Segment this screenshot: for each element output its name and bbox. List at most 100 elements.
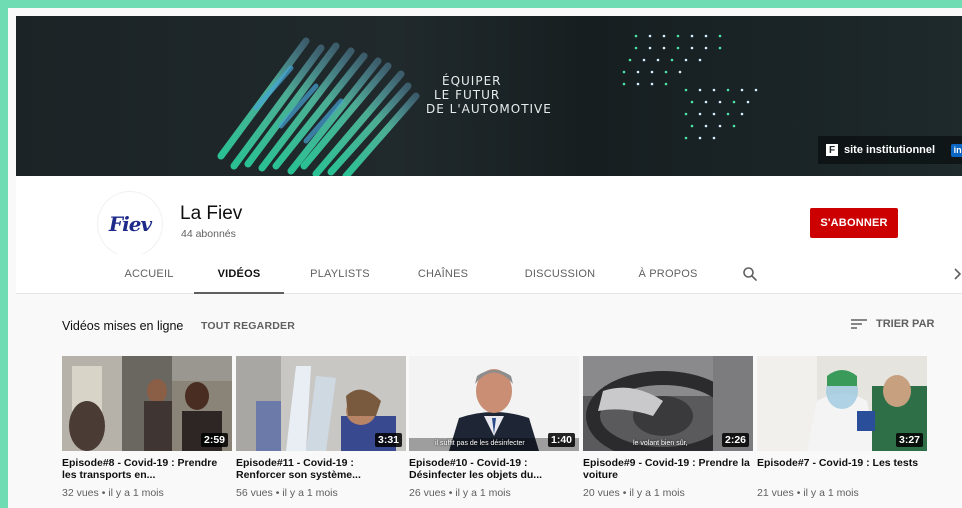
- banner-dot: [732, 100, 736, 104]
- banner-dot: [684, 136, 688, 140]
- banner-dot: [712, 112, 716, 116]
- meta-separator: •: [796, 487, 801, 499]
- video-duration: 3:27: [895, 433, 923, 447]
- banner-dot: [662, 34, 666, 38]
- banner-dot: [754, 88, 758, 92]
- page-frame: ÉQUIPER LE FUTUR DE L'AUTOMOTIVE F site …: [0, 0, 962, 508]
- sort-button[interactable]: TRIER PAR: [850, 317, 934, 331]
- banner-dot: [650, 70, 654, 74]
- video-age: il y a 1 mois: [455, 487, 511, 499]
- banner-links: F site institutionnel in: [818, 136, 962, 164]
- banner-dot: [698, 58, 702, 62]
- video-title[interactable]: Episode#9 - Covid-19 : Prendre la voitur…: [583, 457, 753, 481]
- chevron-right-icon[interactable]: [952, 266, 962, 282]
- video-meta: 32 vues • il y a 1 mois: [62, 487, 232, 499]
- subscriber-count: 44 abonnés: [181, 228, 236, 240]
- banner-dot: [704, 100, 708, 104]
- banner-dot: [648, 46, 652, 50]
- banner-dot: [628, 58, 632, 62]
- banner-dot: [726, 112, 730, 116]
- video-views: 21 vues: [757, 487, 794, 499]
- banner-dot: [684, 112, 688, 116]
- banner-dot: [622, 70, 626, 74]
- meta-separator: •: [622, 487, 627, 499]
- site-link[interactable]: site institutionnel: [844, 144, 935, 156]
- sort-label: TRIER PAR: [876, 318, 935, 330]
- tab-accueil[interactable]: ACCUEIL: [104, 254, 194, 294]
- video-item[interactable]: 2:59 Episode#8 - Covid-19 : Prendre les …: [62, 356, 232, 499]
- video-caption: il suffit pas de les désinfecter: [435, 440, 525, 447]
- video-thumbnail[interactable]: le volant bien sûr, 2:26: [583, 356, 753, 451]
- banner-dot: [634, 34, 638, 38]
- video-views: 20 vues: [583, 487, 620, 499]
- video-views: 32 vues: [62, 487, 99, 499]
- video-title[interactable]: Episode#7 - Covid-19 : Les tests: [757, 457, 927, 481]
- banner-dot: [712, 136, 716, 140]
- video-meta: 26 vues • il y a 1 mois: [409, 487, 579, 499]
- video-age: il y a 1 mois: [629, 487, 685, 499]
- banner-dot: [704, 34, 708, 38]
- video-duration: 3:31: [374, 433, 402, 447]
- search-icon[interactable]: [742, 266, 758, 282]
- banner-dot: [746, 100, 750, 104]
- video-duration: 2:26: [721, 433, 749, 447]
- site-icon[interactable]: F: [826, 144, 838, 156]
- video-item[interactable]: le volant bien sûr, 2:26 Episode#9 - Cov…: [583, 356, 753, 499]
- tagline-line-3: DE L'AUTOMOTIVE: [426, 102, 552, 116]
- video-thumbnail[interactable]: 3:27: [757, 356, 927, 451]
- video-thumbnail[interactable]: 3:31: [236, 356, 406, 451]
- banner-dot: [690, 34, 694, 38]
- tab-discussion[interactable]: DISCUSSION: [506, 254, 614, 294]
- banner-dot: [690, 46, 694, 50]
- video-item[interactable]: il suffit pas de les désinfecter 1:40 Ep…: [409, 356, 579, 499]
- tab-playlists[interactable]: PLAYLISTS: [292, 254, 388, 294]
- banner-dot: [704, 46, 708, 50]
- banner-tagline: ÉQUIPER LE FUTUR DE L'AUTOMOTIVE: [416, 74, 552, 116]
- video-thumbnail[interactable]: il suffit pas de les désinfecter 1:40: [409, 356, 579, 451]
- video-duration: 2:59: [200, 433, 228, 447]
- video-meta: 56 vues • il y a 1 mois: [236, 487, 406, 499]
- banner-dot: [676, 46, 680, 50]
- banner-dot: [670, 58, 674, 62]
- meta-separator: •: [275, 487, 280, 499]
- banner-dot: [678, 70, 682, 74]
- banner-dot: [690, 100, 694, 104]
- banner-dot: [726, 88, 730, 92]
- meta-separator: •: [448, 487, 453, 499]
- video-duration: 1:40: [547, 433, 575, 447]
- banner-dot: [622, 82, 626, 86]
- video-title[interactable]: Episode#8 - Covid-19 : Prendre les trans…: [62, 457, 232, 481]
- banner-dot: [636, 82, 640, 86]
- banner-dot: [718, 100, 722, 104]
- avatar-logo-text: Fiev: [108, 212, 152, 236]
- subscribe-button[interactable]: S'ABONNER: [810, 208, 898, 238]
- banner-dot: [676, 34, 680, 38]
- banner-dot: [718, 46, 722, 50]
- video-views: 56 vues: [236, 487, 273, 499]
- banner-dot: [656, 58, 660, 62]
- tab-chaines[interactable]: CHAÎNES: [398, 254, 488, 294]
- channel-header: Fiev La Fiev 44 abonnés S'ABONNER: [16, 176, 962, 256]
- channel-avatar[interactable]: Fiev: [98, 192, 162, 256]
- banner-dot: [636, 70, 640, 74]
- tagline-line-1: ÉQUIPER: [442, 74, 502, 88]
- tab-videos[interactable]: VIDÉOS: [194, 254, 284, 294]
- video-meta: 21 vues • il y a 1 mois: [757, 487, 927, 499]
- banner-dot: [718, 34, 722, 38]
- video-item[interactable]: 3:27 Episode#7 - Covid-19 : Les tests 21…: [757, 356, 927, 499]
- video-meta: 20 vues • il y a 1 mois: [583, 487, 753, 499]
- tab-a-propos[interactable]: À PROPOS: [620, 254, 716, 294]
- banner-dot: [718, 124, 722, 128]
- channel-tabs: ACCUEIL VIDÉOS PLAYLISTS CHAÎNES DISCUSS…: [16, 254, 962, 294]
- video-age: il y a 1 mois: [803, 487, 859, 499]
- video-thumbnail[interactable]: 2:59: [62, 356, 232, 451]
- video-item[interactable]: 3:31 Episode#11 - Covid-19 : Renforcer s…: [236, 356, 406, 499]
- play-all-link[interactable]: TOUT REGARDER: [201, 320, 295, 332]
- video-title[interactable]: Episode#10 - Covid-19 : Désinfecter les …: [409, 457, 579, 481]
- video-title[interactable]: Episode#11 - Covid-19 : Renforcer son sy…: [236, 457, 406, 481]
- banner-dot: [698, 88, 702, 92]
- banner-dot: [648, 34, 652, 38]
- sort-icon: [851, 319, 867, 329]
- video-caption: le volant bien sûr,: [633, 440, 688, 447]
- linkedin-icon[interactable]: in: [951, 143, 962, 157]
